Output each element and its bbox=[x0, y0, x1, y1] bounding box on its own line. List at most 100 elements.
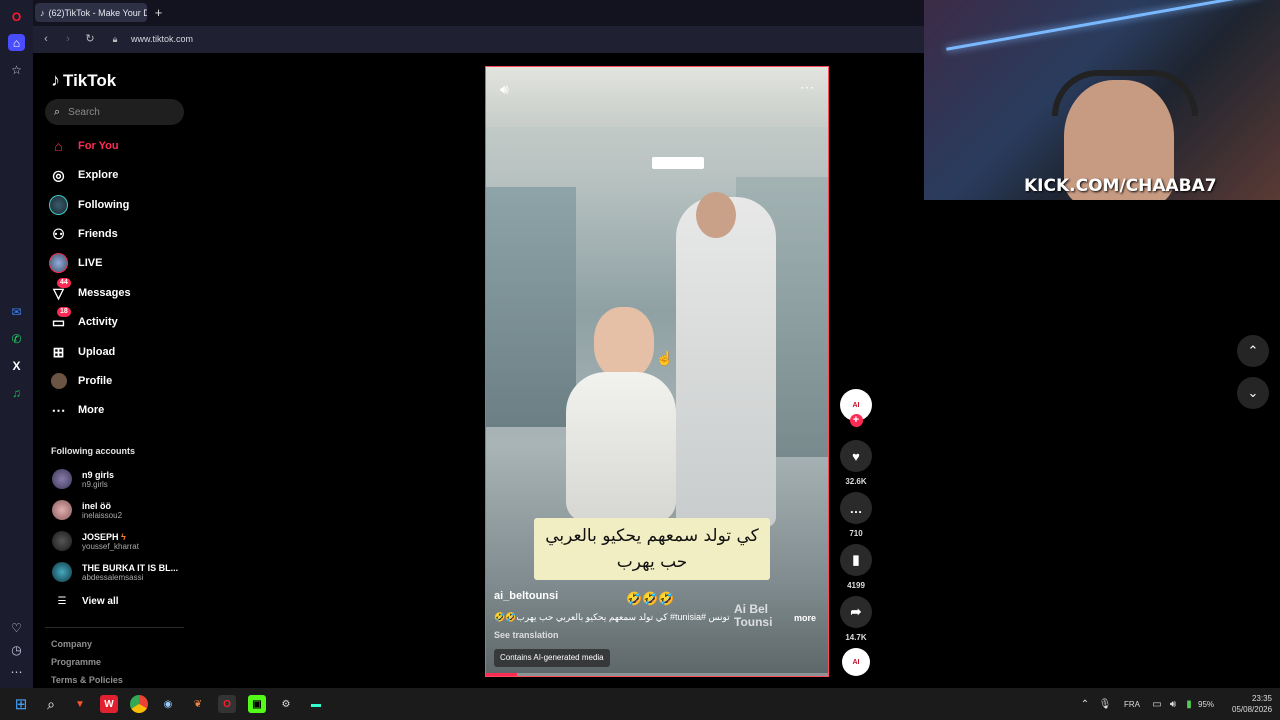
whatsapp-icon[interactable]: ✆ bbox=[8, 330, 25, 347]
clock[interactable]: 23:35 05/08/2026 bbox=[1232, 693, 1272, 715]
friends-icon: ⚇ bbox=[52, 225, 65, 242]
battery-percent: 95% bbox=[1198, 700, 1215, 709]
clock-date: 05/08/2026 bbox=[1232, 705, 1273, 714]
profile-avatar-icon bbox=[49, 372, 68, 391]
footer-terms[interactable]: Terms & Policies bbox=[51, 675, 123, 685]
url-text[interactable]: www.tiktok.com bbox=[131, 34, 193, 44]
tiktok-note-icon: ♪ bbox=[51, 70, 60, 90]
nav-upload[interactable]: ⊞ Upload bbox=[49, 341, 116, 363]
nav-more[interactable]: ⋯ More bbox=[49, 399, 105, 421]
video-player[interactable]: 🔊︎ ⋯ Ai Bel Tounsi ai_beltounsi 🤣🤣🤣 🤣🤣كي… bbox=[485, 66, 829, 677]
messenger-icon[interactable]: ✉ bbox=[8, 303, 25, 320]
app-w-icon[interactable]: W bbox=[100, 695, 118, 713]
avatar bbox=[52, 500, 72, 520]
nav-label: Messages bbox=[78, 287, 131, 299]
activity-icon: ▭ 18 bbox=[49, 306, 71, 332]
microphone-icon[interactable]: 🎙︎ bbox=[1096, 695, 1114, 713]
footer-programme[interactable]: Programme bbox=[51, 657, 101, 667]
account-item[interactable]: THE BURKA IT IS BL... abdessalemsassi bbox=[52, 562, 178, 582]
opera-logo-icon[interactable]: O bbox=[8, 8, 25, 25]
settings-gear-icon[interactable]: ⚙ bbox=[277, 695, 295, 713]
heart-icon[interactable]: ♡ bbox=[8, 619, 25, 636]
messages-icon: ▽ 44 bbox=[49, 277, 71, 303]
baby-blanket bbox=[566, 372, 676, 522]
avatar bbox=[52, 531, 72, 551]
save-button[interactable]: ▮ 4199 bbox=[840, 544, 872, 590]
share-button[interactable]: ➦ 14.7K bbox=[840, 596, 872, 642]
logo-text: TikTok bbox=[63, 70, 117, 90]
browser-tab[interactable]: ♪ (62)TikTok - Make Your Da bbox=[35, 3, 147, 22]
following-accounts-heading: Following accounts bbox=[51, 446, 136, 456]
nav-explore[interactable]: ◎ Explore bbox=[49, 164, 118, 186]
battery-icon[interactable]: ▮ bbox=[1180, 695, 1198, 713]
terminal-icon[interactable]: ▬ bbox=[307, 695, 325, 713]
app-icon[interactable]: ❦ bbox=[189, 695, 207, 713]
search-icon: ⌕ bbox=[54, 105, 61, 118]
chevron-down-icon: ⌄ bbox=[1247, 385, 1259, 400]
bookmark-star-icon[interactable]: ☆ bbox=[8, 61, 25, 78]
ai-generated-label: Contains AI-generated media bbox=[494, 649, 610, 667]
steam-icon[interactable]: ◉ bbox=[159, 695, 177, 713]
nav-messages[interactable]: ▽ 44 Messages bbox=[49, 277, 131, 304]
search-icon[interactable]: ⌕ bbox=[42, 695, 60, 713]
caption-line-1: كي تولد سمعهم يحكيو بالعربي bbox=[545, 526, 759, 546]
nav-label: Explore bbox=[78, 169, 119, 181]
forward-button[interactable]: › bbox=[62, 33, 74, 45]
account-item[interactable]: JOSEPH ϟ youssef_kharrat bbox=[52, 531, 139, 551]
reload-button[interactable]: ↻ bbox=[84, 33, 96, 45]
left-equipment bbox=[486, 187, 576, 427]
view-all-link[interactable]: ☰ View all bbox=[52, 596, 119, 607]
kick-app-icon[interactable]: ▣ bbox=[248, 695, 266, 713]
nav-for-you[interactable]: ⌂ For You bbox=[49, 135, 118, 157]
footer-company[interactable]: Company bbox=[51, 639, 92, 649]
more-dots-icon[interactable]: ⋯ bbox=[8, 663, 25, 680]
nav-following[interactable]: Following bbox=[49, 194, 129, 216]
video-author[interactable]: ai_beltounsi bbox=[494, 590, 558, 602]
account-item[interactable]: n9 girls n9.girls bbox=[52, 469, 114, 489]
back-button[interactable]: ‹ bbox=[40, 33, 52, 45]
previous-video-button[interactable]: ⌃ bbox=[1237, 335, 1269, 367]
see-translation-link[interactable]: See translation bbox=[494, 630, 559, 640]
language-indicator[interactable]: FRA bbox=[1124, 700, 1140, 709]
history-clock-icon[interactable]: ◷ bbox=[8, 641, 25, 658]
divider bbox=[45, 627, 184, 628]
chevron-up-icon[interactable]: ⌃ bbox=[1076, 695, 1094, 713]
more-link[interactable]: more bbox=[794, 613, 816, 623]
share-count: 14.7K bbox=[845, 633, 867, 642]
search-input[interactable]: ⌕ Search bbox=[45, 99, 184, 125]
opera-icon[interactable]: O bbox=[218, 695, 236, 713]
nav-profile[interactable]: Profile bbox=[49, 370, 112, 392]
creator-avatar[interactable]: AI + bbox=[840, 389, 872, 427]
more-options-icon[interactable]: ⋯ bbox=[800, 79, 814, 96]
comment-button[interactable]: … 710 bbox=[840, 492, 872, 538]
new-tab-button[interactable]: + bbox=[152, 6, 165, 19]
following-avatar-icon bbox=[49, 195, 68, 215]
fire-icon: ϟ bbox=[121, 531, 126, 542]
neon-light bbox=[946, 0, 1262, 51]
nurse-figure bbox=[676, 197, 776, 527]
account-item[interactable]: inel öö inelaissou2 bbox=[52, 500, 122, 520]
next-video-button[interactable]: ⌄ bbox=[1237, 377, 1269, 409]
baby-head bbox=[594, 307, 654, 379]
windows-start-icon[interactable]: ⊞ bbox=[12, 695, 30, 713]
bookmark-icon: ▮ bbox=[840, 544, 872, 576]
brave-icon[interactable]: ▼ bbox=[71, 695, 89, 713]
music-disc[interactable]: AI bbox=[840, 648, 872, 676]
account-name: inel öö bbox=[82, 500, 111, 511]
spotify-icon[interactable]: ♫ bbox=[8, 384, 25, 401]
comment-icon: … bbox=[840, 492, 872, 524]
nurse-head bbox=[696, 192, 736, 238]
nav-activity[interactable]: ▭ 18 Activity bbox=[49, 306, 118, 333]
chrome-icon[interactable] bbox=[130, 695, 148, 713]
volume-icon[interactable]: 🔊︎ bbox=[500, 81, 509, 98]
live-icon bbox=[49, 253, 68, 273]
progress-track[interactable] bbox=[486, 673, 828, 676]
x-twitter-icon[interactable]: X bbox=[8, 357, 25, 374]
home-icon[interactable]: ⌂ bbox=[8, 34, 25, 51]
nav-live[interactable]: LIVE bbox=[49, 252, 102, 274]
follow-plus-icon[interactable]: + bbox=[849, 414, 863, 427]
tiktok-logo[interactable]: ♪ TikTok bbox=[51, 70, 116, 91]
nav-friends[interactable]: ⚇ Friends bbox=[49, 223, 118, 245]
progress-fill bbox=[486, 673, 517, 676]
like-button[interactable]: ♥ 32.6K bbox=[840, 440, 872, 486]
